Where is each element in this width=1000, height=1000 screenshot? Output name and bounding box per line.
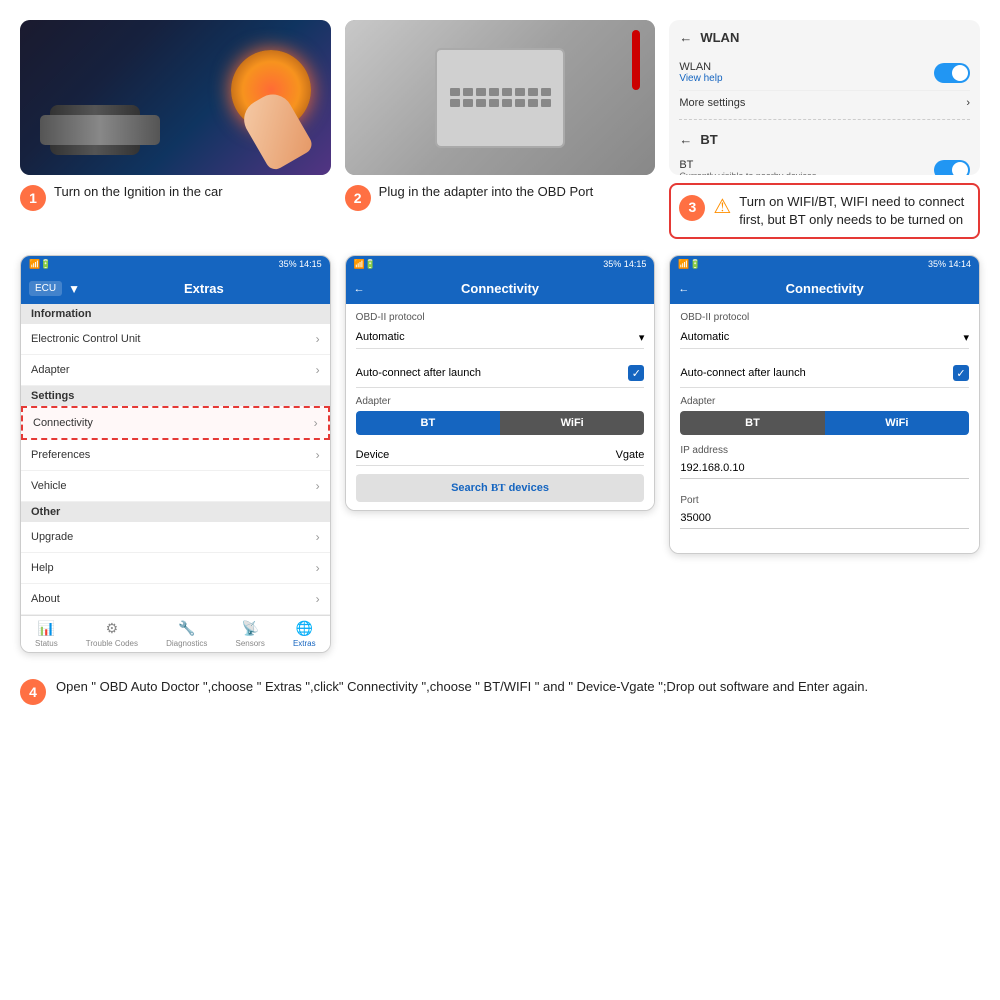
obd-protocol-section3: OBD-II protocol Automatic ▾: [680, 312, 969, 349]
obd-protocol-dropdown[interactable]: Automatic ▾: [356, 327, 645, 349]
auto-connect-checkbox3[interactable]: ✓: [953, 365, 969, 381]
phone3-header: ← Connectivity: [670, 273, 979, 304]
obd-protocol-label3: OBD-II protocol: [680, 312, 969, 323]
search-bt-button[interactable]: Search BT devices: [356, 474, 645, 502]
bt-title: BT: [700, 132, 717, 147]
step3-block: ← WLAN WLAN View help More settings ›: [669, 20, 980, 239]
wlan-title: WLAN: [700, 30, 739, 45]
tab-trouble-codes[interactable]: ⚙ Trouble Codes: [86, 620, 138, 648]
information-section: Information: [21, 304, 330, 324]
ecu-badge[interactable]: ECU: [29, 281, 62, 296]
step2-label: 2 Plug in the adapter into the OBD Port: [345, 183, 594, 211]
phone3-body: OBD-II protocol Automatic ▾ Auto-connect…: [670, 304, 979, 553]
step3-circle: 3: [679, 195, 705, 221]
step2-image: [345, 20, 656, 175]
obd-protocol-label: OBD-II protocol: [356, 312, 645, 323]
tab-status[interactable]: 📊 Status: [35, 620, 58, 648]
ip-input[interactable]: [680, 458, 969, 479]
auto-connect-row3: Auto-connect after launch ✓: [680, 359, 969, 388]
top-steps-row: 1 Turn on the Ignition in the car: [20, 20, 980, 239]
phone3-title: Connectivity: [786, 281, 864, 296]
step1-label: 1 Turn on the Ignition in the car: [20, 183, 223, 211]
step1-block: 1 Turn on the Ignition in the car: [20, 20, 331, 211]
auto-connect-label: Auto-connect after launch: [356, 367, 481, 379]
connectivity-menu-item[interactable]: Connectivity ›: [21, 406, 330, 440]
middle-phones-row: 📶🔋 35% 14:15 ECU ▼ Extras Information El…: [20, 255, 980, 653]
phone1-statusbar: 📶🔋 35% 14:15: [21, 256, 330, 273]
phone3-screen: 📶🔋 35% 14:14 ← Connectivity OBD-II proto…: [669, 255, 980, 554]
adapter-menu-item[interactable]: Adapter ›: [21, 355, 330, 386]
adapter-label3: Adapter: [680, 396, 969, 407]
step4-circle: 4: [20, 679, 46, 705]
extras-title: Extras: [86, 281, 322, 296]
auto-connect-label3: Auto-connect after launch: [680, 367, 805, 379]
about-menu-item[interactable]: About ›: [21, 584, 330, 615]
wlan-toggle[interactable]: [934, 63, 970, 83]
bt-label: BT: [679, 159, 816, 171]
step2-text: Plug in the adapter into the OBD Port: [379, 183, 594, 201]
bt-adapter-tab[interactable]: BT: [356, 411, 500, 435]
wifi-adapter-tab[interactable]: WiFi: [500, 411, 644, 435]
phone3-statusbar: 📶🔋 35% 14:14: [670, 256, 979, 273]
phone1-header: ECU ▼ Extras: [21, 273, 330, 304]
bt-sub: Currently visible to nearby devices: [679, 171, 816, 175]
phone2-statusbar: 📶🔋 35% 14:15: [346, 256, 655, 273]
step1-circle: 1: [20, 185, 46, 211]
phone3-back-btn[interactable]: ←: [678, 283, 689, 295]
bt-back-icon[interactable]: ←: [679, 132, 692, 147]
port-input[interactable]: [680, 508, 969, 529]
bt-toggle[interactable]: [934, 160, 970, 175]
adapter-tabs: BT WiFi: [356, 411, 645, 435]
wlan-more-settings[interactable]: More settings ›: [679, 91, 970, 115]
help-menu-item[interactable]: Help ›: [21, 553, 330, 584]
other-section: Other: [21, 502, 330, 522]
upgrade-menu-item[interactable]: Upgrade ›: [21, 522, 330, 553]
step4-text: Open " OBD Auto Doctor ",choose " Extras…: [56, 677, 980, 698]
step1-text: Turn on the Ignition in the car: [54, 183, 223, 201]
phone2-screen: 📶🔋 35% 14:15 ← Connectivity OBD-II proto…: [345, 255, 656, 511]
phone1-screen: 📶🔋 35% 14:15 ECU ▼ Extras Information El…: [20, 255, 331, 653]
phone1-tabs: 📊 Status ⚙ Trouble Codes 🔧 Diagnostics 📡…: [21, 615, 330, 652]
wlan-label: WLAN: [679, 61, 722, 73]
step2-block: 2 Plug in the adapter into the OBD Port: [345, 20, 656, 211]
tab-diagnostics[interactable]: 🔧 Diagnostics: [166, 620, 207, 648]
ecu-menu-item[interactable]: Electronic Control Unit ›: [21, 324, 330, 355]
device-value: Vgate: [616, 449, 645, 461]
phone2-title: Connectivity: [461, 281, 539, 296]
wlan-view-help[interactable]: View help: [679, 73, 722, 84]
step4-row: 4 Open " OBD Auto Doctor ",choose " Extr…: [20, 669, 980, 713]
device-label: Device: [356, 449, 390, 461]
phone2-back-btn[interactable]: ←: [354, 283, 365, 295]
auto-connect-row: Auto-connect after launch ✓: [356, 359, 645, 388]
step3-image: ← WLAN WLAN View help More settings ›: [669, 20, 980, 175]
auto-connect-checkbox[interactable]: ✓: [628, 365, 644, 381]
port-section: Port: [680, 495, 969, 535]
port-label: Port: [680, 495, 969, 506]
step3-text: Turn on WIFI/BT, WIFI need to connect fi…: [739, 193, 970, 229]
adapter-section: Adapter BT WiFi: [356, 396, 645, 435]
phone2-header: ← Connectivity: [346, 273, 655, 304]
phone2-body: OBD-II protocol Automatic ▾ Auto-connect…: [346, 304, 655, 510]
settings-section: Settings: [21, 386, 330, 406]
ip-label: IP address: [680, 445, 969, 456]
tab-sensors[interactable]: 📡 Sensors: [236, 620, 265, 648]
ip-section: IP address: [680, 445, 969, 485]
wifi-adapter-tab3[interactable]: WiFi: [825, 411, 969, 435]
warning-icon: ⚠: [713, 193, 731, 221]
obd-protocol-dropdown3[interactable]: Automatic ▾: [680, 327, 969, 349]
device-row: Device Vgate: [356, 445, 645, 466]
adapter-section3: Adapter BT WiFi: [680, 396, 969, 435]
wlan-back-icon[interactable]: ←: [679, 30, 692, 45]
obd-protocol-section: OBD-II protocol Automatic ▾: [356, 312, 645, 349]
bt-adapter-tab3[interactable]: BT: [680, 411, 824, 435]
step3-warning-box: 3 ⚠ Turn on WIFI/BT, WIFI need to connec…: [669, 183, 980, 239]
step1-image: [20, 20, 331, 175]
adapter-tabs3: BT WiFi: [680, 411, 969, 435]
preferences-menu-item[interactable]: Preferences ›: [21, 440, 330, 471]
adapter-label: Adapter: [356, 396, 645, 407]
tab-extras[interactable]: 🌐 Extras: [293, 620, 316, 648]
vehicle-menu-item[interactable]: Vehicle ›: [21, 471, 330, 502]
step2-circle: 2: [345, 185, 371, 211]
